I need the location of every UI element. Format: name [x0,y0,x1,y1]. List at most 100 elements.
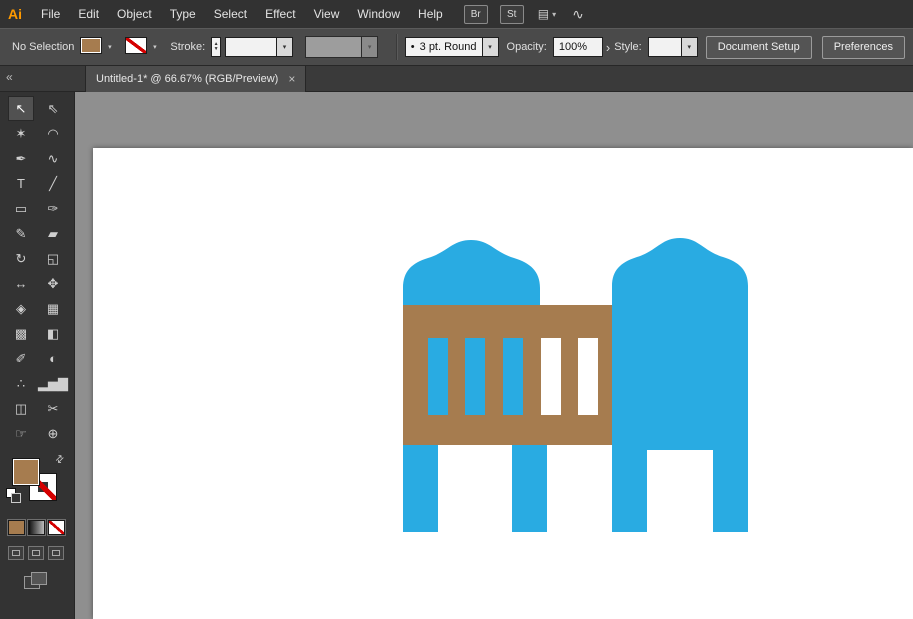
type-tool[interactable]: T [8,171,34,196]
default-fill-stroke-icon[interactable] [6,488,21,503]
menu-effect[interactable]: Effect [256,0,304,28]
tools-panel: ↖ ⇖ ✶ ◠ ✒ ∿ T ╱ ▭ ✑ ✎ ▰ ↻ ◱ ↔ ✥ ◈ ▦ ▩ ◧ ✐ ◐ ∴ ▂▅▇ ◫ ✂ ☞ ⊕ ⇄ [0,92,75,619]
none-button[interactable] [48,520,65,535]
crib-right-headboard[interactable] [612,238,748,450]
draw-behind-button[interactable] [28,546,44,560]
crib-leg-right-1[interactable] [612,448,647,532]
style-label: Style: [614,41,642,53]
draw-normal-button[interactable] [8,546,24,560]
column-graph-tool[interactable]: ▂▅▇ [38,371,68,396]
rectangle-tool[interactable]: ▭ [8,196,34,221]
pencil-tool[interactable]: ✎ [8,221,34,246]
stock-button[interactable]: St [499,4,524,24]
bridge-button[interactable]: Br [463,4,488,24]
paintbrush-tool[interactable]: ✑ [40,196,66,221]
fill-color-swatch-small[interactable] [80,37,103,54]
menu-view[interactable]: View [305,0,349,28]
fill-color-swatch[interactable] [12,458,40,486]
stepper-down-icon[interactable]: ▼ [214,47,219,52]
selection-tool[interactable]: ↖ [8,96,34,121]
draw-normal-glyph [12,550,20,556]
artwork-canvas [403,238,748,532]
chevron-down-icon[interactable]: ▾ [681,37,698,57]
crib-slat-5[interactable] [578,338,598,415]
menu-help[interactable]: Help [409,0,452,28]
chevron-down-icon[interactable]: ▾ [102,37,117,57]
opacity-menu-arrow-icon[interactable]: › [606,40,610,55]
zoom-tool[interactable]: ⊕ [40,421,66,446]
menu-window[interactable]: Window [348,0,409,28]
crib-slat-2[interactable] [465,338,485,415]
workspace-icon: ▤ [537,7,550,21]
collapse-panel-icon[interactable]: « [6,70,13,84]
mesh-tool[interactable]: ▩ [8,321,34,346]
rotate-tool[interactable]: ↻ [8,246,34,271]
pen-tool[interactable]: ✒ [8,146,34,171]
slice-tool[interactable]: ✂ [40,396,66,421]
fill-color-control[interactable]: ▾ [80,37,117,57]
stroke-color-swatch-small[interactable] [125,37,148,54]
crib-slat-1[interactable] [428,338,448,415]
eraser-tool[interactable]: ▰ [40,221,66,246]
direct-selection-tool[interactable]: ⇖ [40,96,66,121]
artboard[interactable] [93,148,913,619]
stroke-label: Stroke: [170,41,206,53]
chevron-down-icon[interactable]: ▾ [277,37,294,57]
lasso-tool[interactable]: ◠ [40,121,66,146]
opacity-field-wrap[interactable]: 100% [552,37,603,57]
gradient-button[interactable] [28,520,45,535]
crib-leg-right-2[interactable] [713,448,748,532]
brush-definition-dropdown[interactable]: ▾ [305,36,379,58]
stroke-weight-combo[interactable]: ▾ [225,37,294,57]
stroke-weight-value[interactable] [225,37,278,57]
crib-slat-4[interactable] [541,338,561,415]
workspace-switcher[interactable]: ▤ ▾ [538,7,556,21]
menu-select[interactable]: Select [205,0,256,28]
menu-edit[interactable]: Edit [69,0,108,28]
gradient-tool[interactable]: ◧ [40,321,66,346]
control-bar-buttons: Document Setup Preferences [705,35,905,59]
shape-builder-tool[interactable]: ◈ [8,296,34,321]
brush-style-dropdown[interactable]: • 3 pt. Round ▾ [404,37,499,57]
perspective-grid-tool[interactable]: ▦ [40,296,66,321]
blend-tool[interactable]: ◐ [40,346,66,371]
scale-tool[interactable]: ◱ [40,246,66,271]
crib-leg-left-2[interactable] [512,445,547,532]
color-button[interactable] [8,520,25,535]
hand-tool[interactable]: ☞ [8,421,34,446]
eyedropper-tool[interactable]: ✐ [8,346,34,371]
magic-wand-tool[interactable]: ✶ [8,121,34,146]
menu-file[interactable]: File [32,0,69,28]
style-value[interactable] [647,37,682,57]
screen-mode-button[interactable] [24,572,47,589]
curvature-tool[interactable]: ∿ [40,146,66,171]
free-transform-tool[interactable]: ✥ [40,271,66,296]
brush-style-value[interactable]: • 3 pt. Round [404,37,483,57]
tool-grid: ↖ ⇖ ✶ ◠ ✒ ∿ T ╱ ▭ ✑ ✎ ▰ ↻ ◱ ↔ ✥ ◈ ▦ ▩ ◧ ✐ ◐ ∴ ▂▅▇ ◫ ✂ ☞ ⊕ [0,92,74,446]
stroke-weight-stepper[interactable]: ▲ ▼ [211,37,222,57]
artboard-tool[interactable]: ◫ [8,396,34,421]
draw-inside-button[interactable] [48,546,64,560]
chevron-down-icon: ▾ [552,9,557,19]
document-setup-button[interactable]: Document Setup [705,35,812,59]
document-tab[interactable]: Untitled-1* @ 66.67% (RGB/Preview) × [85,66,307,92]
stroke-color-control[interactable]: ▾ [125,37,162,57]
chevron-down-icon[interactable]: ▾ [482,37,499,57]
none-slash-icon [126,38,147,53]
opacity-field[interactable]: 100% [552,37,603,57]
crib-slat-3[interactable] [503,338,523,415]
gpu-performance-icon[interactable]: ∿ [572,6,584,23]
preferences-button[interactable]: Preferences [821,35,905,59]
swap-fill-stroke-icon[interactable]: ⇄ [53,453,67,467]
crib-leg-left-1[interactable] [403,445,438,532]
line-segment-tool[interactable]: ╱ [40,171,66,196]
menu-type[interactable]: Type [161,0,205,28]
width-tool[interactable]: ↔ [8,271,34,296]
menu-object[interactable]: Object [108,0,161,28]
symbol-sprayer-tool[interactable]: ∴ [8,371,34,396]
separator [396,34,397,60]
chevron-down-icon[interactable]: ▾ [147,37,162,57]
close-icon[interactable]: × [288,72,295,86]
selection-status: No Selection [12,41,75,53]
style-dropdown[interactable]: ▾ [647,37,698,57]
